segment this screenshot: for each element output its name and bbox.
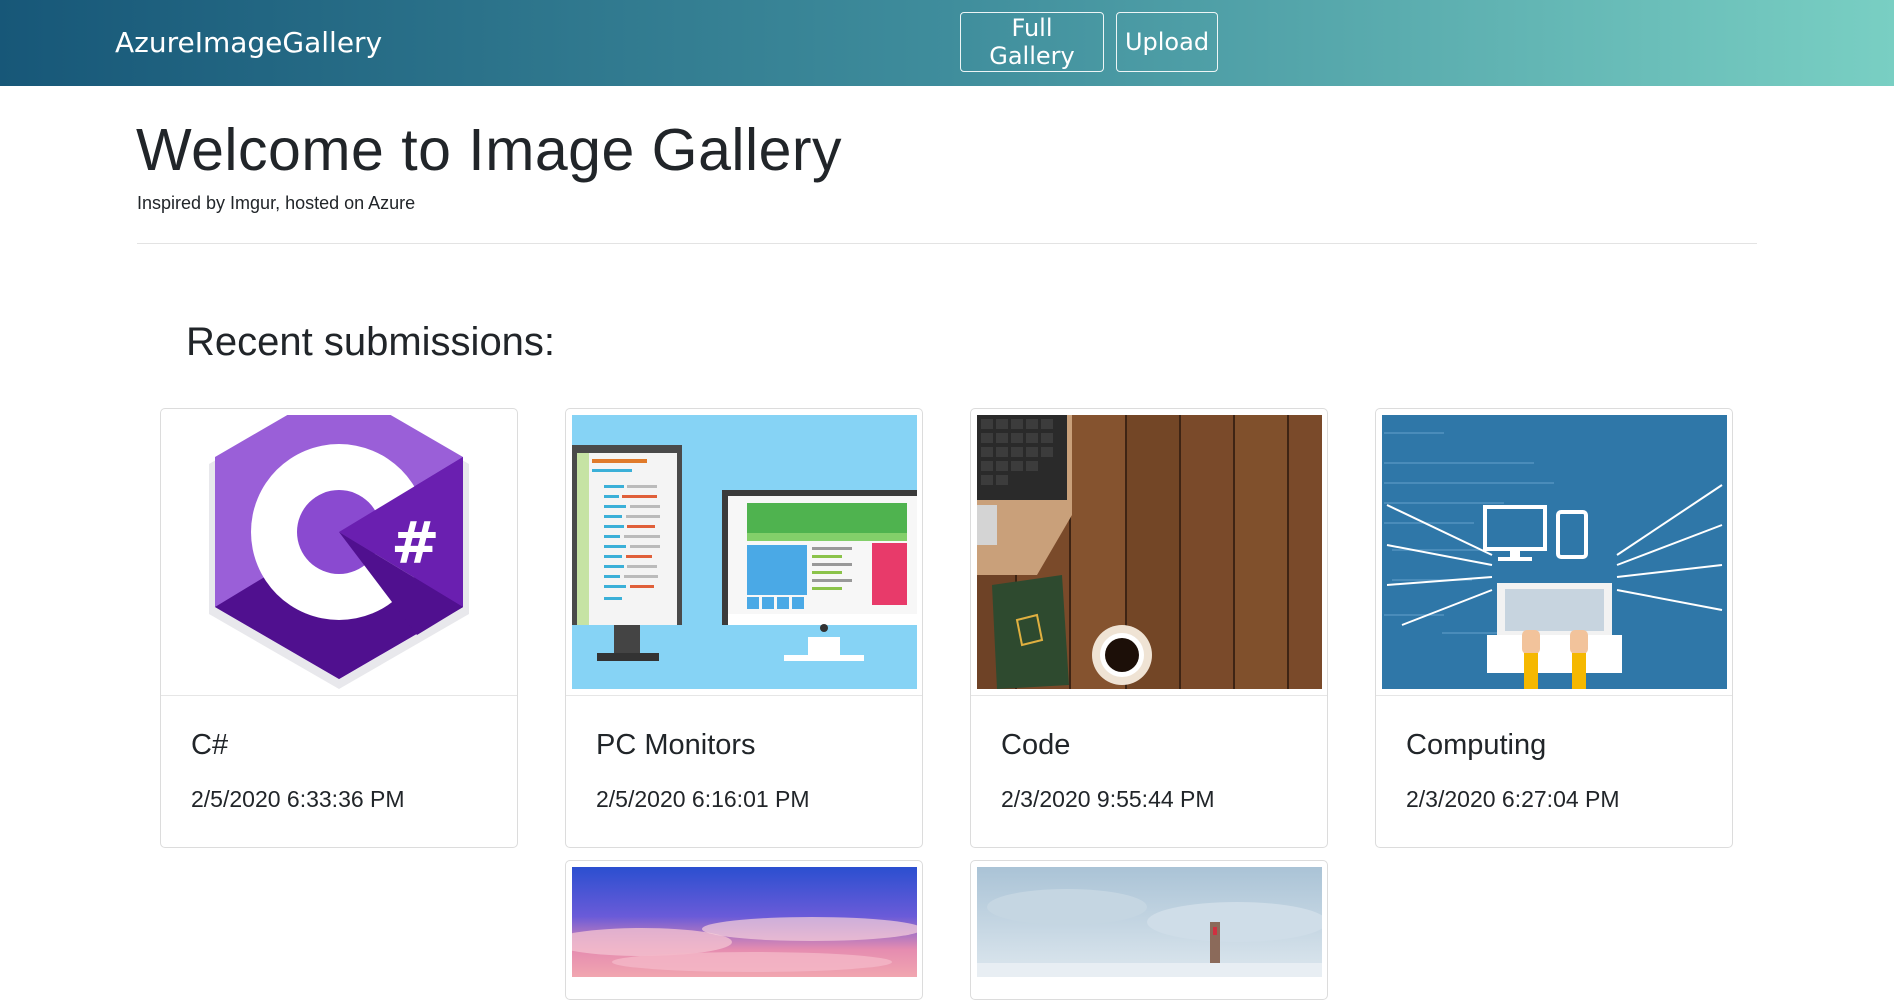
page-subtitle: Inspired by Imgur, hosted on Azure	[137, 193, 416, 213]
card-title: PC Monitors	[596, 729, 756, 761]
navbar: AzureImageGallery Full Gallery Upload	[0, 0, 1894, 86]
svg-text:#: #	[391, 509, 440, 577]
card-image-sunset[interactable]	[572, 867, 917, 977]
card-image-csharp[interactable]: #	[167, 415, 512, 689]
header-divider	[137, 243, 1757, 244]
image-card[interactable]: Code 2/3/2020 9:55:44 PM	[970, 408, 1328, 848]
image-card[interactable]: # C# 2/5/2020 6:33:36 PM	[160, 408, 518, 848]
card-image-computing[interactable]	[1382, 415, 1727, 689]
card-title: Computing	[1406, 729, 1547, 761]
card-image-code[interactable]	[977, 415, 1322, 689]
upload-button[interactable]: Upload	[1116, 12, 1218, 72]
card-date: 2/5/2020 6:33:36 PM	[191, 786, 405, 812]
card-date: 2/5/2020 6:16:01 PM	[596, 786, 810, 812]
card-image-pc-monitors[interactable]	[572, 415, 917, 689]
image-card[interactable]	[565, 860, 923, 1000]
card-date: 2/3/2020 6:27:04 PM	[1406, 786, 1620, 812]
brand-link[interactable]: AzureImageGallery	[115, 26, 382, 59]
image-card[interactable]: Computing 2/3/2020 6:27:04 PM	[1375, 408, 1733, 848]
card-title: C#	[191, 729, 229, 761]
card-date: 2/3/2020 9:55:44 PM	[1001, 786, 1215, 812]
page-title: Welcome to Image Gallery	[136, 117, 843, 183]
full-gallery-button[interactable]: Full Gallery	[960, 12, 1104, 72]
card-title: Code	[1001, 729, 1071, 761]
card-image-sky[interactable]	[977, 867, 1322, 977]
image-card[interactable]	[970, 860, 1328, 1000]
recent-submissions-heading: Recent submissions:	[186, 320, 556, 364]
image-card[interactable]: PC Monitors 2/5/2020 6:16:01 PM	[565, 408, 923, 848]
